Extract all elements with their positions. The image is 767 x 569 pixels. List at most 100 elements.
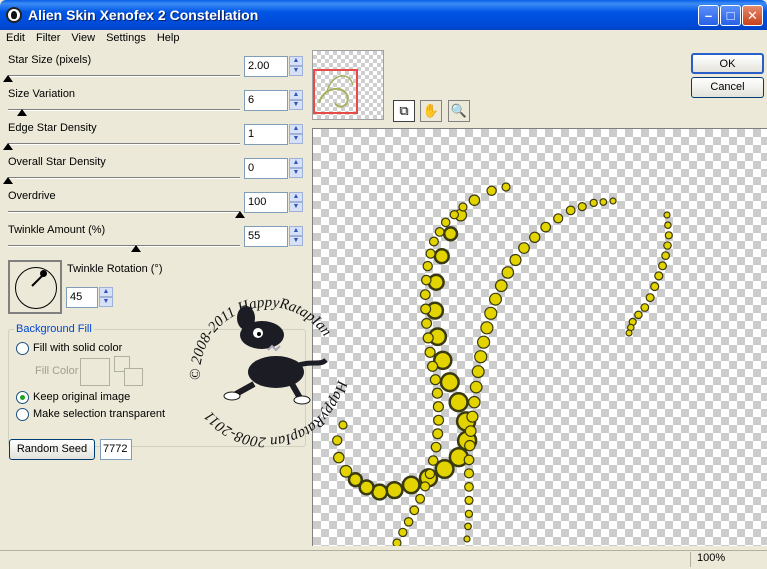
star-dot: [432, 401, 445, 413]
star-size-field[interactable]: 2.00: [244, 56, 288, 77]
random-seed-button[interactable]: Random Seed: [9, 439, 95, 460]
star-dot: [650, 281, 660, 292]
spin-down-icon[interactable]: ▼: [289, 168, 303, 178]
star-dot: [427, 455, 439, 466]
twinkle-rotation-dial[interactable]: [8, 260, 62, 314]
star-dot: [625, 329, 633, 337]
star-dot: [332, 451, 345, 464]
slider-thumb[interactable]: [16, 109, 27, 116]
spin-down-icon[interactable]: ▼: [289, 202, 303, 212]
ok-button[interactable]: OK: [691, 53, 764, 74]
star-dot: [464, 482, 474, 492]
zoom-tool-icon[interactable]: 🔍: [448, 100, 470, 122]
star-dot: [464, 495, 474, 505]
star-dot: [420, 303, 432, 315]
star-dot: [654, 271, 664, 281]
spin-down-icon[interactable]: ▼: [289, 66, 303, 76]
star-dot: [645, 293, 655, 303]
navigator-frame[interactable]: [313, 69, 358, 114]
star-dot: [658, 261, 668, 271]
overdrive-stepper[interactable]: ▲ ▼: [289, 192, 303, 213]
star-dot: [464, 439, 476, 452]
twinkle-rotation-field[interactable]: 45: [66, 287, 98, 308]
star-dot: [468, 194, 481, 206]
star-dot: [431, 387, 444, 399]
spin-up-icon[interactable]: ▲: [289, 192, 303, 202]
close-button[interactable]: ✕: [742, 5, 763, 26]
slider-track[interactable]: [8, 143, 240, 145]
spin-up-icon[interactable]: ▲: [289, 56, 303, 66]
star-dot: [424, 468, 436, 480]
edge-star-density-field[interactable]: 1: [244, 124, 288, 145]
star-dot: [466, 410, 479, 423]
slider-track[interactable]: [8, 177, 240, 179]
spin-up-icon[interactable]: ▲: [289, 90, 303, 100]
slider-thumb[interactable]: [3, 177, 13, 184]
twinkle-amount-stepper[interactable]: ▲ ▼: [289, 226, 303, 247]
star-dot: [433, 414, 445, 426]
star-dot: [661, 251, 671, 260]
random-seed-field[interactable]: 7772: [100, 439, 132, 460]
star-dot: [463, 468, 475, 479]
star-dot: [463, 454, 475, 466]
slider-thumb[interactable]: [130, 245, 141, 252]
star-dot: [640, 303, 650, 312]
fill-solid-label[interactable]: Fill with solid color: [33, 342, 122, 354]
preview-compare-icon[interactable]: ⧉: [393, 100, 415, 122]
menu-view[interactable]: View: [65, 30, 100, 44]
overall-star-density-field[interactable]: 0: [244, 158, 288, 179]
star-dot: [385, 480, 404, 500]
maximize-button[interactable]: □: [720, 5, 741, 26]
transparent-label[interactable]: Make selection transparent: [33, 408, 165, 420]
param-label: Size Variation: [8, 88, 76, 100]
hand-tool-icon[interactable]: ✋: [420, 100, 442, 122]
star-dot: [463, 535, 471, 543]
twinkle-amount-field[interactable]: 55: [244, 226, 288, 247]
star-dot: [448, 392, 469, 413]
overdrive-field[interactable]: 100: [244, 192, 288, 213]
slider-track[interactable]: [8, 245, 240, 247]
overall-star-density-stepper[interactable]: ▲ ▼: [289, 158, 303, 179]
menu-filter[interactable]: Filter: [30, 30, 65, 44]
menu-edit[interactable]: Edit: [0, 30, 30, 44]
star-dot: [449, 209, 459, 220]
spin-down-icon[interactable]: ▼: [99, 297, 113, 307]
slider-track[interactable]: [8, 211, 240, 213]
twinkle-rotation-stepper[interactable]: ▲ ▼: [99, 287, 113, 308]
slider-thumb[interactable]: [3, 75, 13, 82]
fill-solid-radio[interactable]: [16, 342, 29, 355]
spin-down-icon[interactable]: ▼: [289, 100, 303, 110]
spin-down-icon[interactable]: ▼: [289, 236, 303, 246]
star-size-stepper[interactable]: ▲ ▼: [289, 56, 303, 77]
minimize-button[interactable]: –: [698, 5, 719, 26]
star-dot: [589, 198, 598, 208]
spin-up-icon[interactable]: ▲: [99, 287, 113, 297]
star-dot: [663, 241, 672, 250]
dial-handle[interactable]: [40, 270, 47, 277]
fill-color-swatch[interactable]: [80, 358, 110, 386]
edge-star-density-stepper[interactable]: ▲ ▼: [289, 124, 303, 145]
spin-down-icon[interactable]: ▼: [289, 134, 303, 144]
size-variation-stepper[interactable]: ▲ ▼: [289, 90, 303, 111]
star-dot: [489, 292, 503, 306]
spin-up-icon[interactable]: ▲: [289, 124, 303, 134]
preview-canvas[interactable]: [312, 128, 767, 546]
star-dot: [332, 435, 343, 446]
slider-track[interactable]: [8, 75, 240, 77]
star-dot: [540, 221, 552, 233]
spin-up-icon[interactable]: ▲: [289, 226, 303, 236]
keep-original-label[interactable]: Keep original image: [33, 391, 130, 403]
keep-original-radio[interactable]: [16, 391, 29, 404]
size-variation-field[interactable]: 6: [244, 90, 288, 111]
star-dot: [501, 182, 511, 192]
cancel-button[interactable]: Cancel: [691, 77, 764, 98]
transparent-radio[interactable]: [16, 408, 29, 421]
star-dot: [425, 248, 436, 259]
spin-up-icon[interactable]: ▲: [289, 158, 303, 168]
menu-help[interactable]: Help: [151, 30, 185, 44]
menu-settings[interactable]: Settings: [100, 30, 151, 44]
slider-thumb[interactable]: [3, 143, 13, 150]
slider-track[interactable]: [8, 109, 240, 111]
star-dot: [419, 289, 431, 301]
star-dot: [484, 306, 498, 320]
